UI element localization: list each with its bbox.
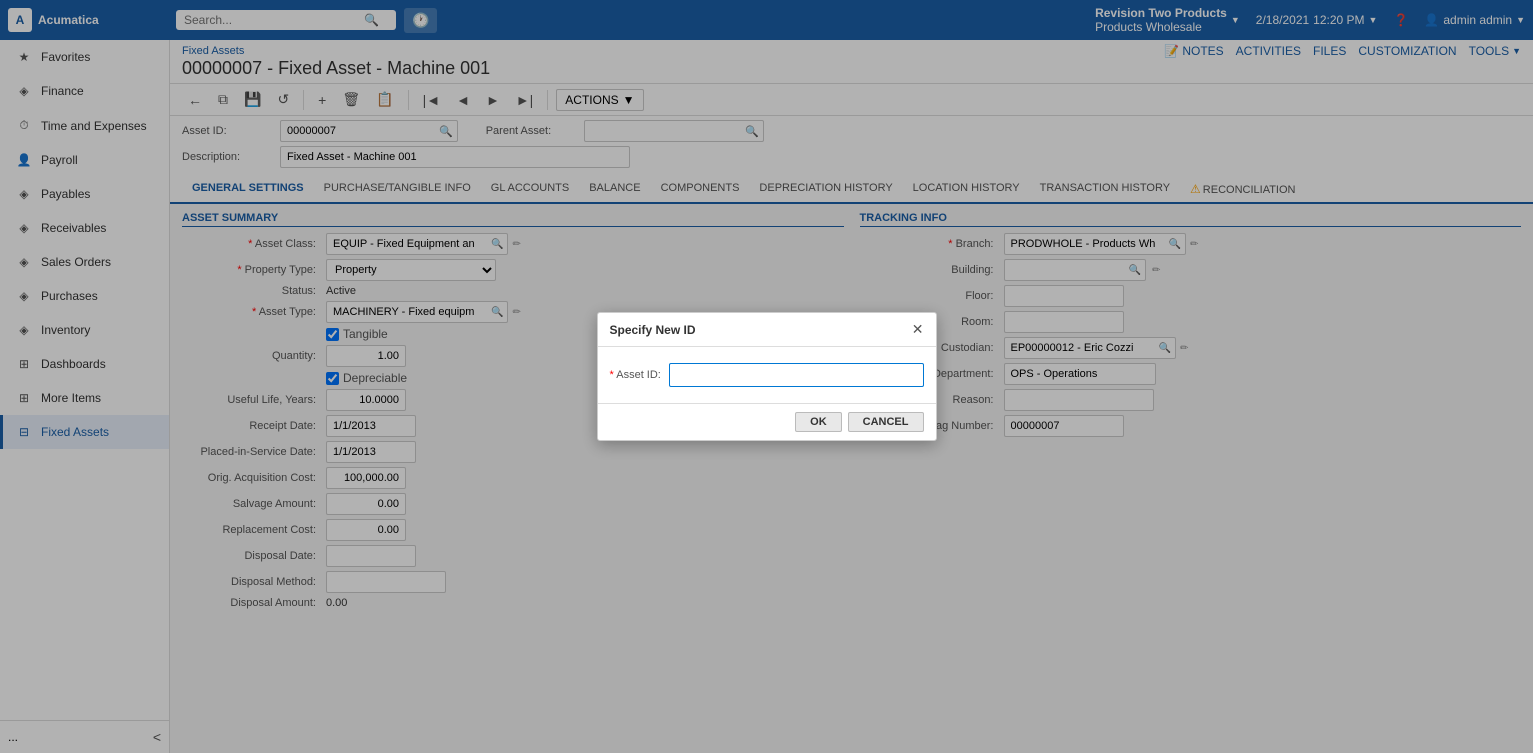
dialog-ok-button[interactable]: OK xyxy=(795,412,842,432)
dialog-asset-id-row: Asset ID: xyxy=(610,363,924,387)
dialog-asset-id-label: Asset ID: xyxy=(610,369,661,381)
dialog-cancel-button[interactable]: CANCEL xyxy=(848,412,924,432)
dialog-close-button[interactable]: ✕ xyxy=(912,321,924,338)
dialog-asset-id-input[interactable] xyxy=(669,363,924,387)
dialog-title: Specify New ID xyxy=(610,323,696,337)
specify-new-id-dialog: Specify New ID ✕ Asset ID: OK CANCEL xyxy=(597,312,937,441)
dialog-overlay: Specify New ID ✕ Asset ID: OK CANCEL xyxy=(0,0,1533,753)
dialog-footer: OK CANCEL xyxy=(598,403,936,440)
dialog-header: Specify New ID ✕ xyxy=(598,313,936,347)
dialog-body: Asset ID: xyxy=(598,347,936,403)
